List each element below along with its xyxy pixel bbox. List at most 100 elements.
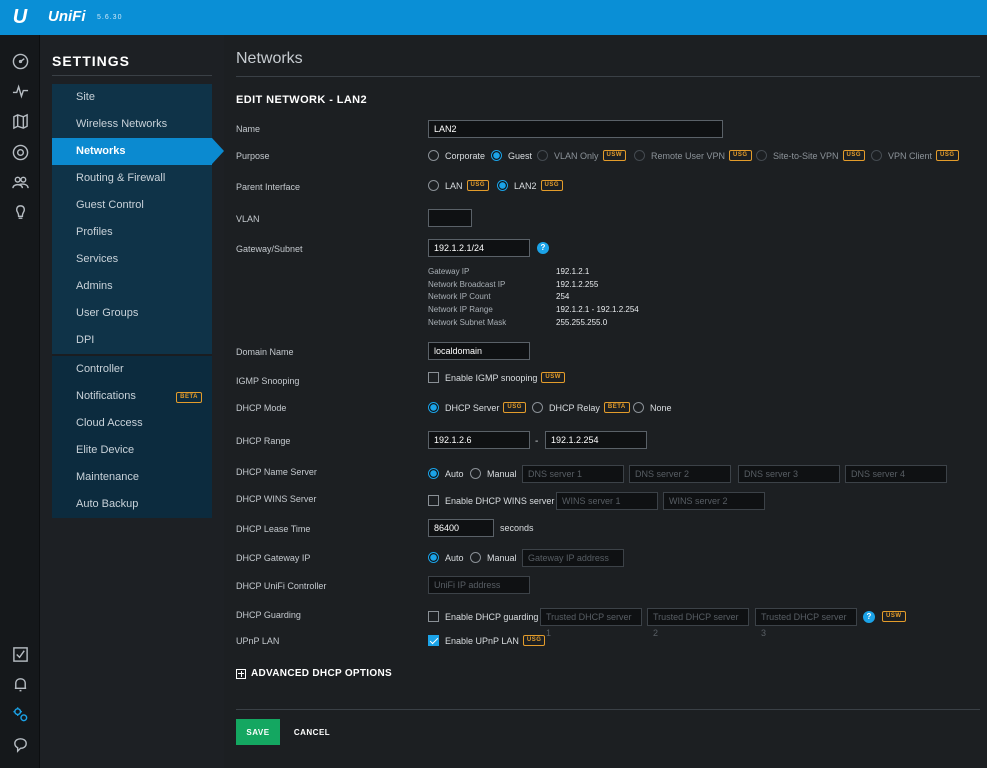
menu-item-label: Notifications — [76, 390, 136, 402]
radio-icon — [470, 552, 481, 563]
purpose-remote-vpn-radio[interactable]: Remote User VPN USG — [634, 150, 758, 161]
dashboard-icon[interactable] — [11, 52, 29, 70]
settings-icon[interactable] — [11, 705, 29, 723]
info-label: Network IP Range — [428, 305, 493, 314]
dns-server-4-input[interactable]: DNS server 4 — [845, 465, 947, 483]
option-label: DHCP Server — [445, 402, 500, 413]
vlan-input[interactable] — [428, 209, 472, 227]
dhcp-name-server-label: DHCP Name Server — [236, 467, 317, 477]
controller-ip-input[interactable]: UniFi IP address — [428, 576, 530, 594]
domain-name-label: Domain Name — [236, 347, 294, 357]
gateway-manual-radio[interactable]: Manual — [470, 552, 517, 563]
radio-icon — [634, 150, 645, 161]
purpose-guest-radio[interactable]: Guest — [491, 150, 532, 161]
option-label: VLAN Only — [554, 150, 599, 161]
upnp-checkbox[interactable]: Enable UPnP LAN USG — [428, 635, 551, 646]
help-icon[interactable]: ? — [863, 611, 875, 623]
dns-server-2-input[interactable]: DNS server 2 — [629, 465, 731, 483]
advanced-label: ADVANCED DHCP OPTIONS — [251, 668, 392, 679]
gateway-auto-radio[interactable]: Auto — [428, 552, 464, 563]
menu-item-notifications[interactable]: Notifications BETA — [52, 383, 212, 410]
support-icon[interactable] — [11, 735, 29, 753]
guarding-checkbox[interactable]: Enable DHCP guarding — [428, 611, 538, 622]
dns-server-3-input[interactable]: DNS server 3 — [738, 465, 840, 483]
dhcp-mode-label: DHCP Mode — [236, 403, 287, 413]
name-label: Name — [236, 124, 261, 134]
help-icon[interactable]: ? — [537, 242, 549, 254]
igmp-checkbox[interactable]: Enable IGMP snooping USW — [428, 372, 571, 383]
ubiquiti-logo[interactable]: U — [0, 0, 40, 35]
menu-item-user-groups[interactable]: User Groups — [52, 300, 212, 327]
dhcp-guarding-label: DHCP Guarding — [236, 610, 301, 620]
purpose-site-vpn-radio[interactable]: Site-to-Site VPN USG — [756, 150, 871, 161]
radio-icon — [491, 150, 502, 161]
map-icon[interactable] — [11, 112, 29, 130]
menu-item-admins[interactable]: Admins — [52, 273, 212, 300]
name-server-manual-radio[interactable]: Manual — [470, 468, 517, 479]
option-label: Auto — [445, 552, 464, 563]
trusted-dhcp-2-input[interactable]: Trusted DHCP server 2 — [647, 608, 749, 638]
section-title: EDIT NETWORK - LAN2 — [236, 94, 368, 106]
usw-badge: USW — [602, 150, 627, 161]
option-label: Site-to-Site VPN — [773, 150, 839, 161]
menu-item-maintenance[interactable]: Maintenance — [52, 464, 212, 491]
upnp-label: UPnP LAN — [236, 636, 280, 646]
usw-badge: USW — [882, 611, 906, 622]
info-label: Network Broadcast IP — [428, 280, 506, 289]
option-label: Manual — [487, 552, 517, 563]
menu-item-routing-firewall[interactable]: Routing & Firewall — [52, 165, 212, 192]
cancel-button[interactable]: CANCEL — [289, 719, 335, 745]
menu-item-elite-device[interactable]: Elite Device — [52, 437, 212, 464]
menu-item-site[interactable]: Site — [52, 84, 212, 111]
menu-item-cloud-access[interactable]: Cloud Access — [52, 410, 212, 437]
purpose-corporate-radio[interactable]: Corporate — [428, 150, 485, 161]
parent-lan2-radio[interactable]: LAN2 USG — [497, 180, 569, 191]
save-button[interactable]: SAVE — [236, 719, 280, 745]
usg-badge: USG — [540, 180, 564, 191]
menu-item-guest-control[interactable]: Guest Control — [52, 192, 212, 219]
insights-icon[interactable] — [11, 203, 29, 221]
menu-item-auto-backup[interactable]: Auto Backup — [52, 491, 212, 518]
dhcp-range-start-input[interactable]: 192.1.2.6 — [428, 431, 530, 449]
option-label: LAN — [445, 180, 463, 191]
option-label: Corporate — [445, 150, 486, 161]
name-input[interactable]: LAN2 — [428, 120, 723, 138]
option-label: Enable UPnP LAN — [445, 635, 519, 646]
dhcp-range-end-input[interactable]: 192.1.2.254 — [545, 431, 647, 449]
alerts-icon[interactable] — [11, 675, 29, 693]
menu-item-controller[interactable]: Controller — [52, 356, 212, 383]
statistics-icon[interactable] — [11, 82, 29, 100]
menu-item-networks[interactable]: Networks — [52, 138, 224, 165]
name-server-auto-radio[interactable]: Auto — [428, 468, 464, 479]
lease-time-input[interactable]: 86400 — [428, 519, 494, 537]
option-label: Guest — [508, 150, 533, 161]
menu-item-services[interactable]: Services — [52, 246, 212, 273]
advanced-dhcp-toggle[interactable]: ADVANCED DHCP OPTIONS — [236, 668, 392, 679]
radio-icon — [633, 402, 644, 413]
settings-title: SETTINGS — [52, 53, 131, 69]
dhcp-server-radio[interactable]: DHCP Server USG — [428, 402, 532, 413]
dhcp-none-radio[interactable]: None — [633, 402, 672, 413]
dns-server-1-input[interactable]: DNS server 1 — [522, 465, 624, 483]
beta-badge: BETA — [176, 392, 202, 403]
menu-item-dpi[interactable]: DPI — [52, 327, 212, 354]
menu-item-wireless-networks[interactable]: Wireless Networks — [52, 111, 212, 138]
wins-server-2-input[interactable]: WINS server 2 — [663, 492, 765, 510]
trusted-dhcp-1-input[interactable]: Trusted DHCP server 1 — [540, 608, 642, 638]
gateway-ip-input[interactable]: Gateway IP address — [522, 549, 624, 567]
clients-icon[interactable] — [11, 173, 29, 191]
devices-icon[interactable] — [11, 143, 29, 161]
info-value: 254 — [556, 292, 570, 301]
gateway-subnet-input[interactable]: 192.1.2.1/24 — [428, 239, 530, 257]
dhcp-relay-radio[interactable]: DHCP Relay BETA — [532, 402, 636, 413]
domain-name-input[interactable]: localdomain — [428, 342, 530, 360]
events-icon[interactable] — [11, 645, 29, 663]
wins-checkbox[interactable]: Enable DHCP WINS server — [428, 495, 554, 506]
checkbox-icon — [428, 495, 439, 506]
purpose-vpn-client-radio[interactable]: VPN Client USG — [871, 150, 965, 161]
trusted-dhcp-3-input[interactable]: Trusted DHCP server 3 — [755, 608, 857, 638]
parent-lan-radio[interactable]: LAN USG — [428, 180, 495, 191]
menu-item-profiles[interactable]: Profiles — [52, 219, 212, 246]
purpose-vlan-only-radio[interactable]: VLAN Only USW — [537, 150, 632, 161]
wins-server-1-input[interactable]: WINS server 1 — [556, 492, 658, 510]
